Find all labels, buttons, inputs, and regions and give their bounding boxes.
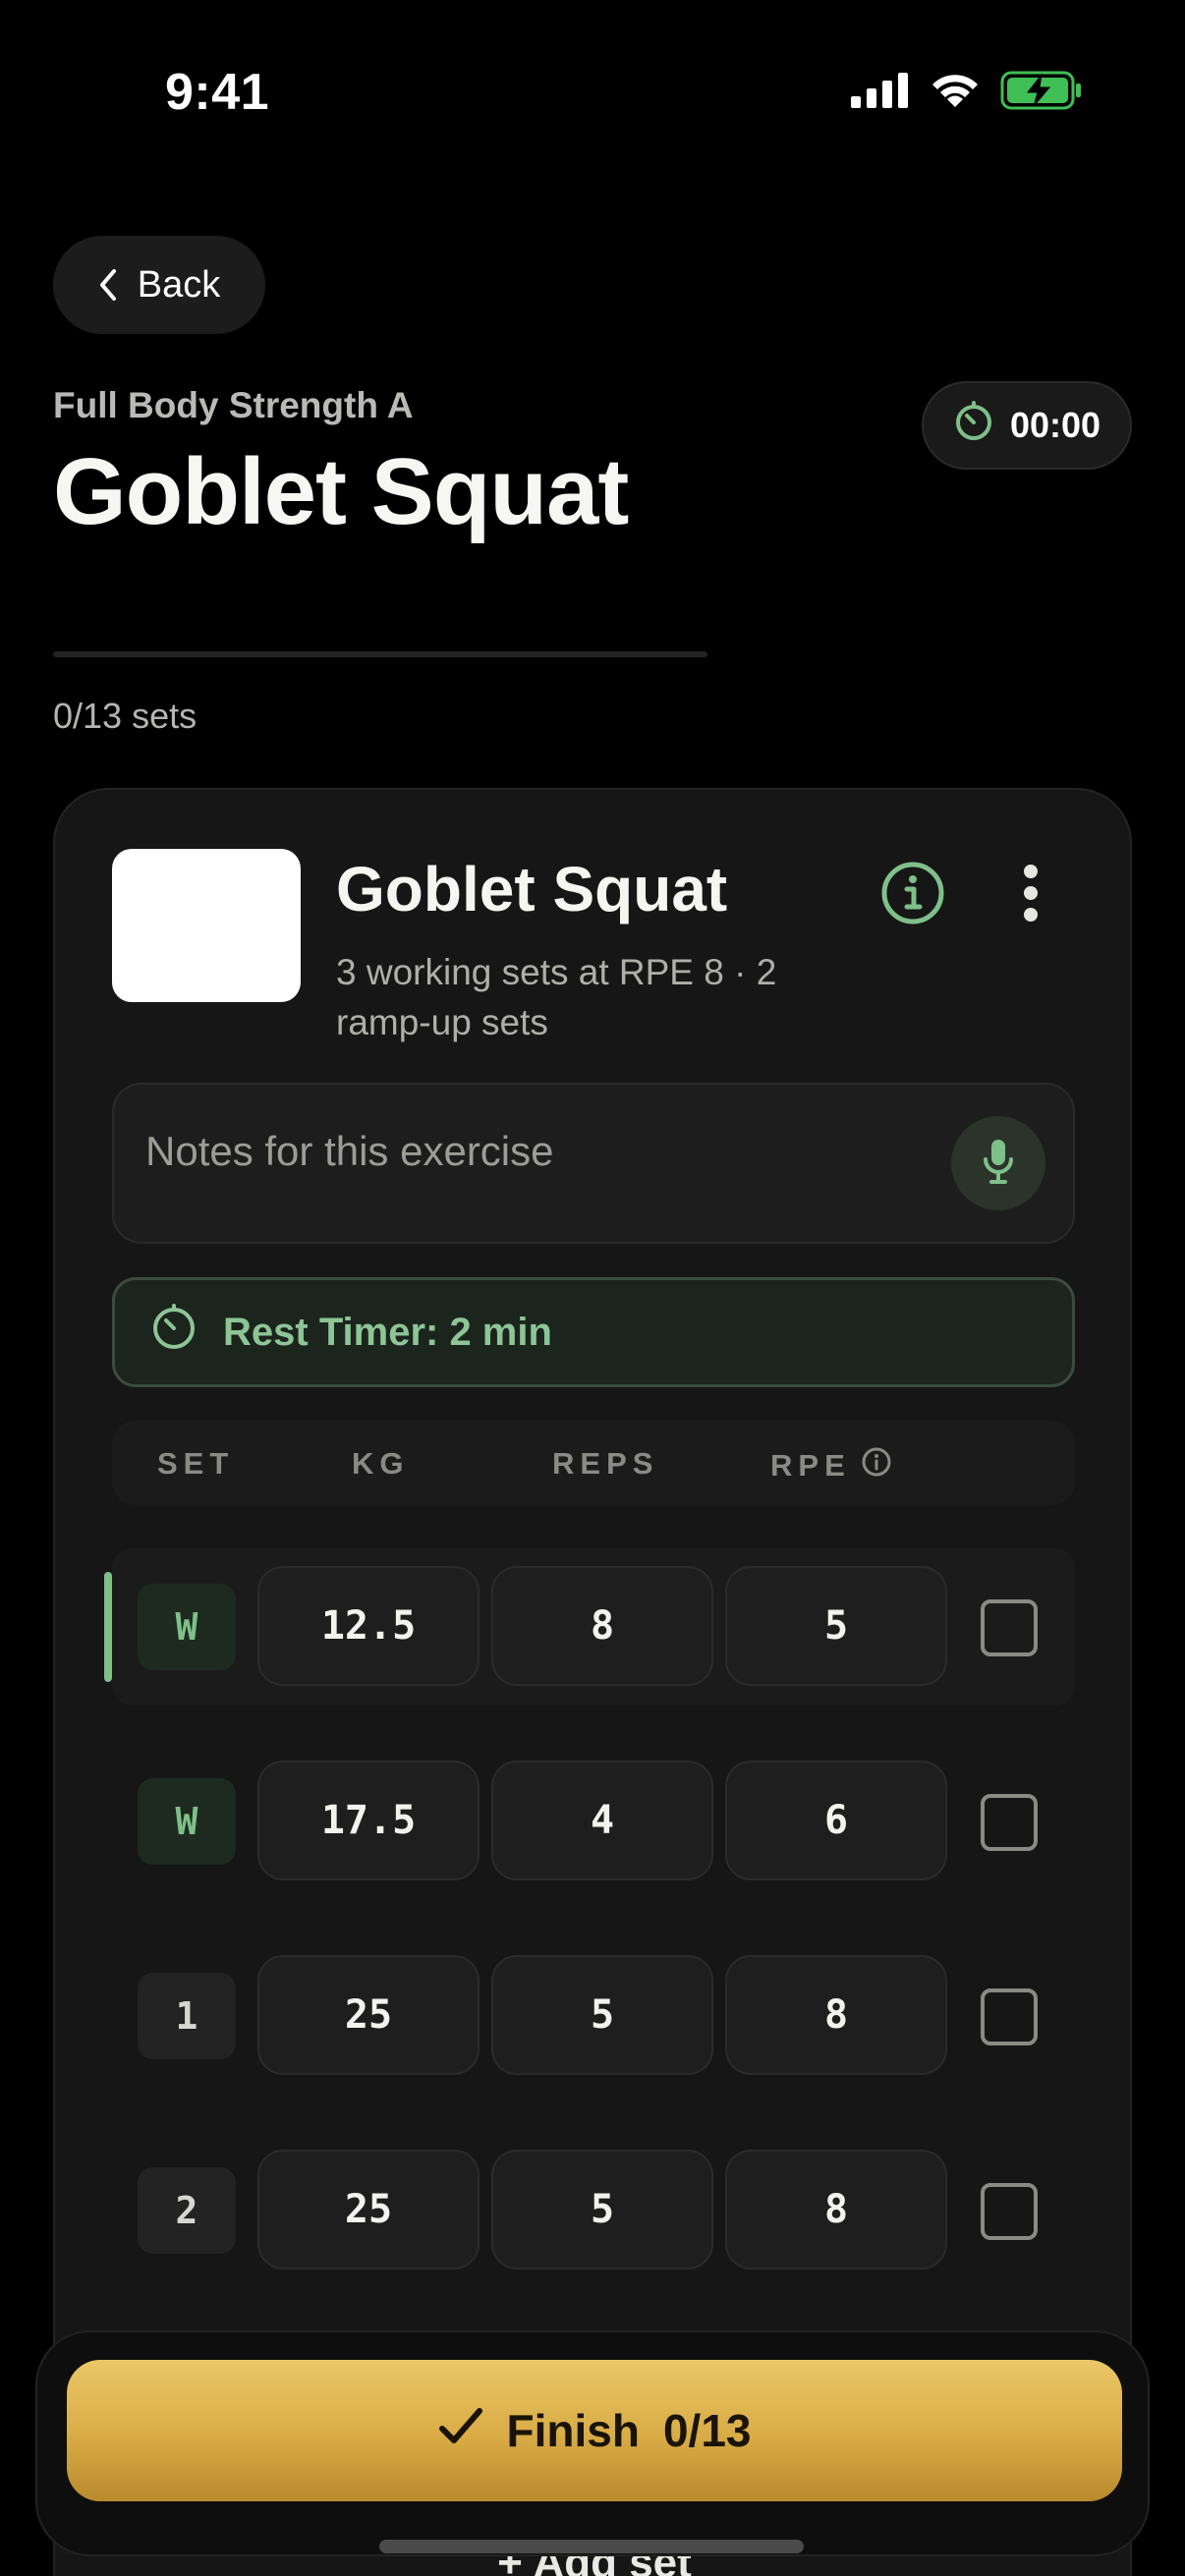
chevron-left-icon bbox=[98, 268, 118, 302]
workout-timer[interactable]: 00:00 bbox=[922, 381, 1132, 470]
reps-input[interactable]: 8 bbox=[491, 1566, 713, 1686]
exercise-description: 3 working sets at RPE 8 · 2 ramp-up sets bbox=[336, 952, 777, 1042]
stopwatch-icon bbox=[150, 1304, 198, 1361]
exercise-name: Goblet Squat bbox=[336, 854, 728, 924]
more-options-icon[interactable] bbox=[1016, 861, 1045, 925]
notes-field bbox=[112, 1083, 1075, 1244]
set-type-badge[interactable]: W bbox=[138, 1778, 236, 1865]
column-header-rpe: RPE bbox=[770, 1446, 892, 1485]
rpe-input[interactable]: 8 bbox=[725, 2150, 947, 2269]
rpe-input[interactable]: 6 bbox=[725, 1761, 947, 1880]
table-row: 2 25 5 8 bbox=[112, 2132, 1075, 2289]
weight-input[interactable]: 25 bbox=[257, 1955, 480, 2075]
sets-progress-label: 0/13 sets bbox=[53, 696, 198, 736]
back-button[interactable]: Back bbox=[53, 236, 265, 334]
battery-charging-icon bbox=[1000, 71, 1083, 115]
table-row: 1 25 5 8 bbox=[112, 1937, 1075, 2095]
workout-name: Full Body Strength A bbox=[53, 385, 414, 425]
weight-input[interactable]: 12.5 bbox=[257, 1566, 480, 1686]
exercise-thumbnail[interactable] bbox=[112, 849, 301, 1002]
notes-input[interactable] bbox=[145, 1122, 931, 1181]
rpe-input[interactable]: 8 bbox=[725, 1955, 947, 2075]
rest-timer-button[interactable]: Rest Timer: 2 min bbox=[112, 1277, 1075, 1387]
rpe-input[interactable]: 5 bbox=[725, 1566, 947, 1686]
column-header-kg: KG bbox=[352, 1446, 410, 1481]
microphone-button[interactable] bbox=[951, 1116, 1045, 1210]
table-row: W 12.5 8 5 bbox=[104, 1548, 1075, 1706]
column-header-rpe-label: RPE bbox=[770, 1448, 851, 1483]
info-icon[interactable] bbox=[861, 1446, 892, 1485]
weight-input[interactable]: 25 bbox=[257, 2150, 480, 2269]
home-indicator bbox=[379, 2540, 804, 2553]
page-title: Goblet Squat bbox=[53, 439, 629, 544]
column-header-set: SET bbox=[157, 1446, 235, 1481]
finish-button[interactable]: Finish 0/13 bbox=[67, 2360, 1122, 2501]
column-header-reps: REPS bbox=[552, 1446, 659, 1481]
checkmark-icon bbox=[438, 2404, 483, 2457]
weight-input[interactable]: 17.5 bbox=[257, 1761, 480, 1880]
sets-table-header: SET KG REPS RPE bbox=[112, 1421, 1075, 1505]
set-number-badge[interactable]: 1 bbox=[138, 1973, 236, 2059]
set-number-badge[interactable]: 2 bbox=[138, 2167, 236, 2254]
sets-progress-bar bbox=[53, 651, 707, 657]
microphone-icon bbox=[982, 1138, 1015, 1190]
exercise-card: Goblet Squat 3 working sets at RPE 8 · 2… bbox=[53, 788, 1132, 2576]
finish-count: 0/13 bbox=[662, 2405, 752, 2456]
wifi-icon bbox=[930, 72, 981, 114]
set-complete-checkbox[interactable] bbox=[981, 1794, 1038, 1851]
rest-timer-label: Rest Timer: 2 min bbox=[223, 1310, 552, 1354]
reps-input[interactable]: 4 bbox=[491, 1761, 713, 1880]
back-label: Back bbox=[137, 263, 221, 306]
finish-bar: Finish 0/13 bbox=[35, 2330, 1150, 2556]
set-complete-checkbox[interactable] bbox=[981, 1988, 1038, 2045]
cellular-signal-icon bbox=[851, 73, 910, 113]
reps-input[interactable]: 5 bbox=[491, 1955, 713, 2075]
status-bar: 9:41 bbox=[0, 0, 1185, 157]
status-icons bbox=[851, 71, 1083, 115]
status-time: 9:41 bbox=[165, 64, 270, 121]
set-complete-checkbox[interactable] bbox=[981, 2183, 1038, 2240]
active-row-indicator bbox=[104, 1572, 112, 1682]
table-row: W 17.5 4 6 bbox=[112, 1743, 1075, 1900]
stopwatch-icon bbox=[953, 400, 994, 451]
info-icon[interactable] bbox=[880, 861, 945, 925]
set-type-badge[interactable]: W bbox=[138, 1584, 236, 1670]
set-complete-checkbox[interactable] bbox=[981, 1599, 1038, 1656]
finish-label: Finish bbox=[506, 2405, 640, 2456]
reps-input[interactable]: 5 bbox=[491, 2150, 713, 2269]
timer-value: 00:00 bbox=[1009, 405, 1101, 445]
